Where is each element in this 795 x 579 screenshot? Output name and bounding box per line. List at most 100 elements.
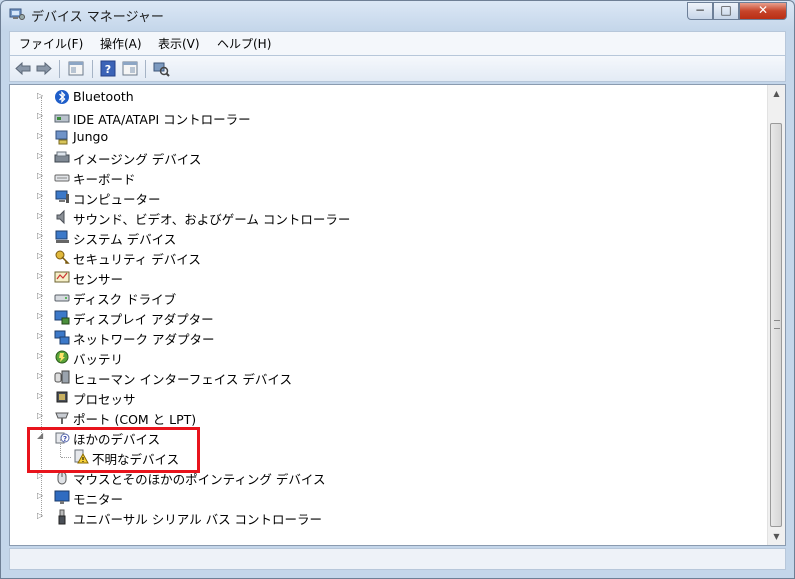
sensor-icon bbox=[54, 271, 70, 283]
tree-item[interactable]: ▷ コンピューター bbox=[10, 187, 750, 207]
tree-item[interactable]: ▷ IDE ATA/ATAPI コントローラー bbox=[10, 107, 750, 127]
expand-toggle-icon[interactable]: ▷ bbox=[37, 231, 45, 241]
scan-hardware-icon[interactable] bbox=[152, 60, 170, 77]
toolbar-separator bbox=[59, 60, 60, 78]
back-arrow-icon[interactable] bbox=[14, 60, 32, 77]
tree-item-label: プロセッサ bbox=[73, 392, 136, 407]
expand-toggle-icon[interactable]: ▷ bbox=[37, 151, 45, 161]
toolbar-separator bbox=[92, 60, 93, 78]
usb-icon bbox=[58, 509, 66, 525]
forward-arrow-icon[interactable] bbox=[35, 60, 53, 77]
tree-item-label: コンピューター bbox=[73, 192, 161, 207]
ide-controller-icon bbox=[54, 114, 70, 123]
tree-item-label: ヒューマン インターフェイス デバイス bbox=[73, 372, 292, 387]
jungo-device-icon bbox=[55, 130, 68, 145]
tree-item[interactable]: ▷ ユニバーサル シリアル バス コントローラー bbox=[10, 507, 750, 527]
expand-toggle-icon[interactable]: ▷ bbox=[37, 271, 45, 281]
tree-item-label: Bluetooth bbox=[73, 89, 134, 104]
tree-item[interactable]: ▷ ディスク ドライブ bbox=[10, 287, 750, 307]
expand-toggle-icon[interactable]: ▷ bbox=[37, 211, 45, 221]
maximize-button[interactable]: □ bbox=[713, 2, 739, 20]
disk-drive-icon bbox=[54, 294, 70, 302]
device-manager-icon bbox=[9, 8, 25, 20]
expand-toggle-icon[interactable]: ▷ bbox=[37, 131, 45, 141]
tree-item[interactable]: ▷ システム デバイス bbox=[10, 227, 750, 247]
menu-help[interactable]: ヘルプ(H) bbox=[217, 35, 271, 52]
speaker-icon bbox=[56, 209, 65, 225]
tree-item[interactable]: ▷ ディスプレイ アダプター bbox=[10, 307, 750, 327]
tree-item-label: ディスク ドライブ bbox=[73, 292, 177, 307]
device-manager-window: デバイス マネージャー − □ ✕ ファイル(F) 操作(A) 表示(V) ヘル… bbox=[0, 0, 795, 579]
tree-item[interactable]: ▷ プロセッサ bbox=[10, 387, 750, 407]
scroll-thumb[interactable] bbox=[770, 123, 782, 527]
title-bar[interactable]: デバイス マネージャー − □ ✕ bbox=[1, 1, 794, 29]
tree-item[interactable]: ▷ イメージング デバイス bbox=[10, 147, 750, 167]
menu-file[interactable]: ファイル(F) bbox=[19, 35, 83, 52]
expand-toggle-icon[interactable]: ▷ bbox=[37, 391, 45, 401]
vertical-scrollbar[interactable]: ▲ ▼ bbox=[767, 85, 785, 545]
device-tree[interactable]: ▷ Bluetooth ▷ IDE ATA/ATAPI コントローラー ▷ Jungo ▷ イ… bbox=[9, 84, 786, 546]
svg-text:?: ? bbox=[105, 63, 111, 76]
expand-toggle-icon[interactable]: ▷ bbox=[37, 171, 45, 181]
security-key-icon bbox=[55, 250, 70, 264]
tree-item[interactable]: ▷ ヒューマン インターフェイス デバイス bbox=[10, 367, 750, 387]
expand-toggle-icon[interactable]: ▷ bbox=[37, 111, 45, 121]
display-adapter-icon bbox=[54, 310, 70, 325]
expand-toggle-icon[interactable]: ▷ bbox=[37, 351, 45, 361]
system-device-icon bbox=[55, 230, 69, 243]
tree-item-label: Jungo bbox=[73, 129, 109, 144]
tree-item-label: セキュリティ デバイス bbox=[73, 252, 201, 267]
computer-icon bbox=[55, 190, 69, 203]
tree-item-label: センサー bbox=[73, 272, 124, 287]
status-bar bbox=[9, 548, 786, 570]
expand-toggle-icon[interactable]: ▷ bbox=[37, 311, 45, 321]
battery-icon bbox=[55, 350, 69, 364]
expand-toggle-icon[interactable]: ▷ bbox=[37, 191, 45, 201]
scroll-up-button[interactable]: ▲ bbox=[768, 85, 785, 102]
bluetooth-icon bbox=[55, 90, 69, 104]
expand-toggle-icon[interactable]: ▷ bbox=[37, 411, 45, 421]
tree-item-label: ネットワーク アダプター bbox=[73, 332, 215, 347]
tree-item[interactable]: ▷ バッテリ bbox=[10, 347, 750, 367]
window-title: デバイス マネージャー bbox=[31, 10, 164, 25]
expand-toggle-icon[interactable]: ▷ bbox=[37, 331, 45, 341]
expand-toggle-icon[interactable]: ▷ bbox=[37, 251, 45, 261]
imaging-device-icon bbox=[54, 151, 70, 163]
menu-action[interactable]: 操作(A) bbox=[100, 35, 142, 52]
tree-item[interactable]: ▷ センサー bbox=[10, 267, 750, 287]
expand-toggle-icon[interactable]: ▷ bbox=[37, 91, 45, 101]
tree-item[interactable]: ▷ セキュリティ デバイス bbox=[10, 247, 750, 267]
expand-toggle-icon[interactable]: ▷ bbox=[37, 511, 45, 521]
tree-item-label: システム デバイス bbox=[73, 232, 177, 247]
menu-bar: ファイル(F) 操作(A) 表示(V) ヘルプ(H) bbox=[9, 31, 786, 55]
network-adapter-icon bbox=[54, 330, 70, 345]
help-icon[interactable]: ? bbox=[99, 60, 117, 77]
keyboard-icon bbox=[54, 174, 70, 182]
monitor-icon bbox=[54, 490, 70, 504]
close-button[interactable]: ✕ bbox=[739, 2, 787, 20]
tree-item-label: バッテリ bbox=[73, 352, 124, 367]
tree-item-label: ユニバーサル シリアル バス コントローラー bbox=[73, 512, 323, 527]
tree-item[interactable]: ▷ Jungo bbox=[10, 127, 750, 147]
tree-item-label: イメージング デバイス bbox=[73, 152, 202, 167]
menu-view[interactable]: 表示(V) bbox=[158, 35, 200, 52]
panel-view-icon[interactable] bbox=[121, 60, 139, 77]
tree-item[interactable]: ▷ キーボード bbox=[10, 167, 750, 187]
port-icon bbox=[55, 412, 69, 424]
expand-toggle-icon[interactable]: ▷ bbox=[37, 491, 45, 501]
properties-view-icon[interactable] bbox=[67, 60, 85, 77]
toolbar-separator bbox=[145, 60, 146, 78]
minimize-button[interactable]: − bbox=[687, 2, 713, 20]
tree-item-label: ポート (COM と LPT) bbox=[73, 412, 197, 427]
tree-item[interactable]: ▷ ポート (COM と LPT) bbox=[10, 407, 750, 427]
scroll-down-button[interactable]: ▼ bbox=[768, 528, 785, 545]
tree-item[interactable]: ▷ サウンド、ビデオ、およびゲーム コントローラー bbox=[10, 207, 750, 227]
tree-item-label: モニター bbox=[73, 492, 124, 507]
tree-item[interactable]: ▷ モニター bbox=[10, 487, 750, 507]
expand-toggle-icon[interactable]: ▷ bbox=[37, 291, 45, 301]
tree-item-label: キーボード bbox=[73, 172, 136, 187]
expand-toggle-icon[interactable]: ▷ bbox=[37, 371, 45, 381]
tree-item[interactable]: ▷ Bluetooth bbox=[10, 87, 750, 107]
highlight-box bbox=[27, 427, 200, 473]
tree-item[interactable]: ▷ ネットワーク アダプター bbox=[10, 327, 750, 347]
